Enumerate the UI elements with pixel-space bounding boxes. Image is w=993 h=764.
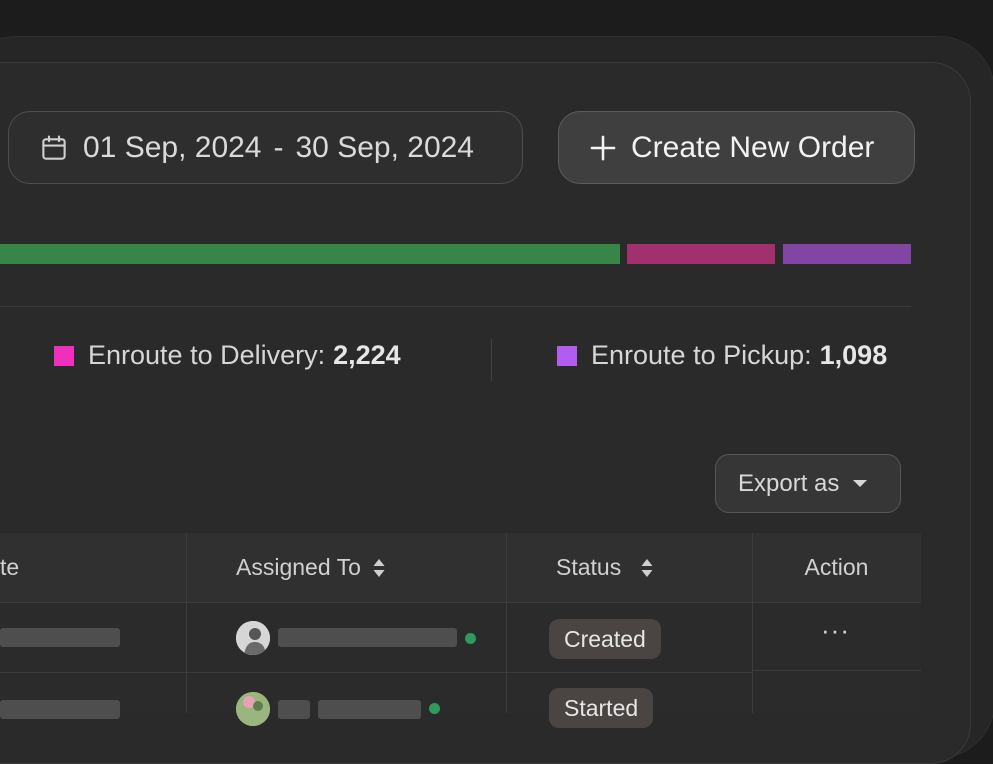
status-badge: Started [549,688,654,728]
legend-enroute-delivery: Enroute to Delivery: 2,224 [54,340,401,371]
date-end: 30 Sep, 2024 [295,130,475,164]
legend-swatch-magenta [54,345,74,366]
caret-down-icon [853,479,868,487]
more-actions-icon[interactable]: ··· [821,617,850,643]
legend-value: 1,098 [819,340,888,370]
assignee-name-placeholder [278,628,457,647]
column-header-assigned-to[interactable]: Assigned To [236,533,506,602]
avatar [236,621,270,655]
row-divider [0,672,752,673]
legend-divider [491,339,492,381]
export-as-label: Export as [738,469,840,497]
date-separator: - [273,130,284,164]
calendar-icon [42,134,66,160]
column-header-status[interactable]: Status [556,533,752,602]
date-range-picker[interactable]: 01 Sep, 2024 - 30 Sep, 2024 [8,111,523,184]
avatar-person-icon [236,621,270,655]
legend-label: Enroute to Delivery: [88,340,326,370]
column-header-label: te [0,554,20,580]
legend-value: 2,224 [333,340,401,370]
column-divider [506,533,507,713]
column-header-date[interactable]: te [0,533,186,602]
assignee-name-placeholder [278,700,310,719]
column-header-label: Status [556,554,622,580]
column-divider [186,533,187,713]
online-status-dot [465,633,476,644]
create-new-order-button[interactable]: Create New Order [558,111,915,184]
status-bar-enroute-delivery [627,244,775,264]
legend-swatch-purple [557,345,577,366]
assignee-name-placeholder [318,700,421,719]
date-placeholder [0,628,120,647]
sort-icon[interactable] [373,558,385,578]
status-bar-enroute-pickup [783,244,911,264]
date-placeholder [0,700,120,719]
legend-enroute-pickup: Enroute to Pickup: 1,098 [557,340,887,371]
row-divider [752,670,921,671]
export-as-dropdown[interactable]: Export as [715,454,901,513]
date-start: 01 Sep, 2024 [83,130,262,164]
legend-label: Enroute to Pickup: [591,340,812,370]
plus-icon [590,135,616,160]
sort-icon[interactable] [641,558,653,578]
create-new-order-label: Create New Order [631,130,875,164]
header-divider [0,602,921,603]
column-header-label: Action [804,554,869,580]
avatar [236,692,270,726]
column-header-label: Assigned To [236,554,361,580]
avatar-person-icon [236,692,270,726]
orders-table: te Assigned To Status Action Created Sta… [0,533,921,728]
section-divider [0,306,911,307]
column-header-action: Action [752,533,921,602]
status-bar-delivered [0,244,620,264]
status-badge: Created [549,619,661,659]
